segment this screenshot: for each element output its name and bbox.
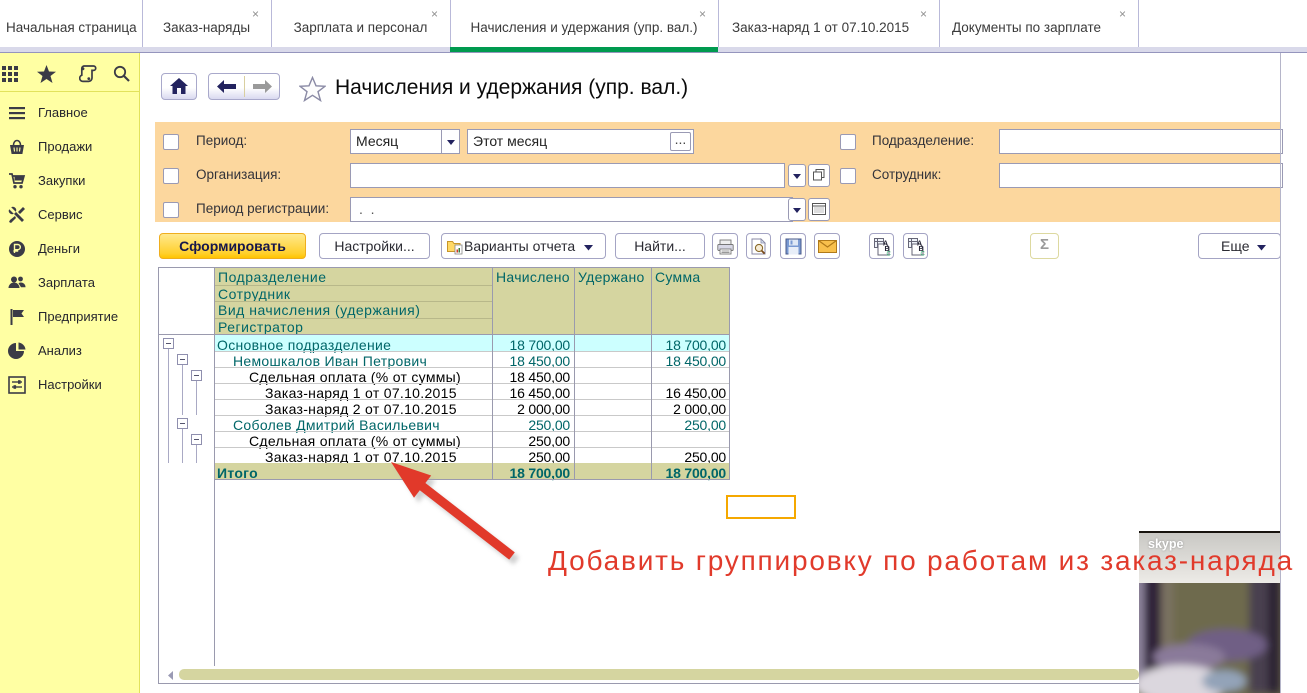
svg-text:C: C [921,252,926,257]
svg-text:C: C [887,252,892,257]
